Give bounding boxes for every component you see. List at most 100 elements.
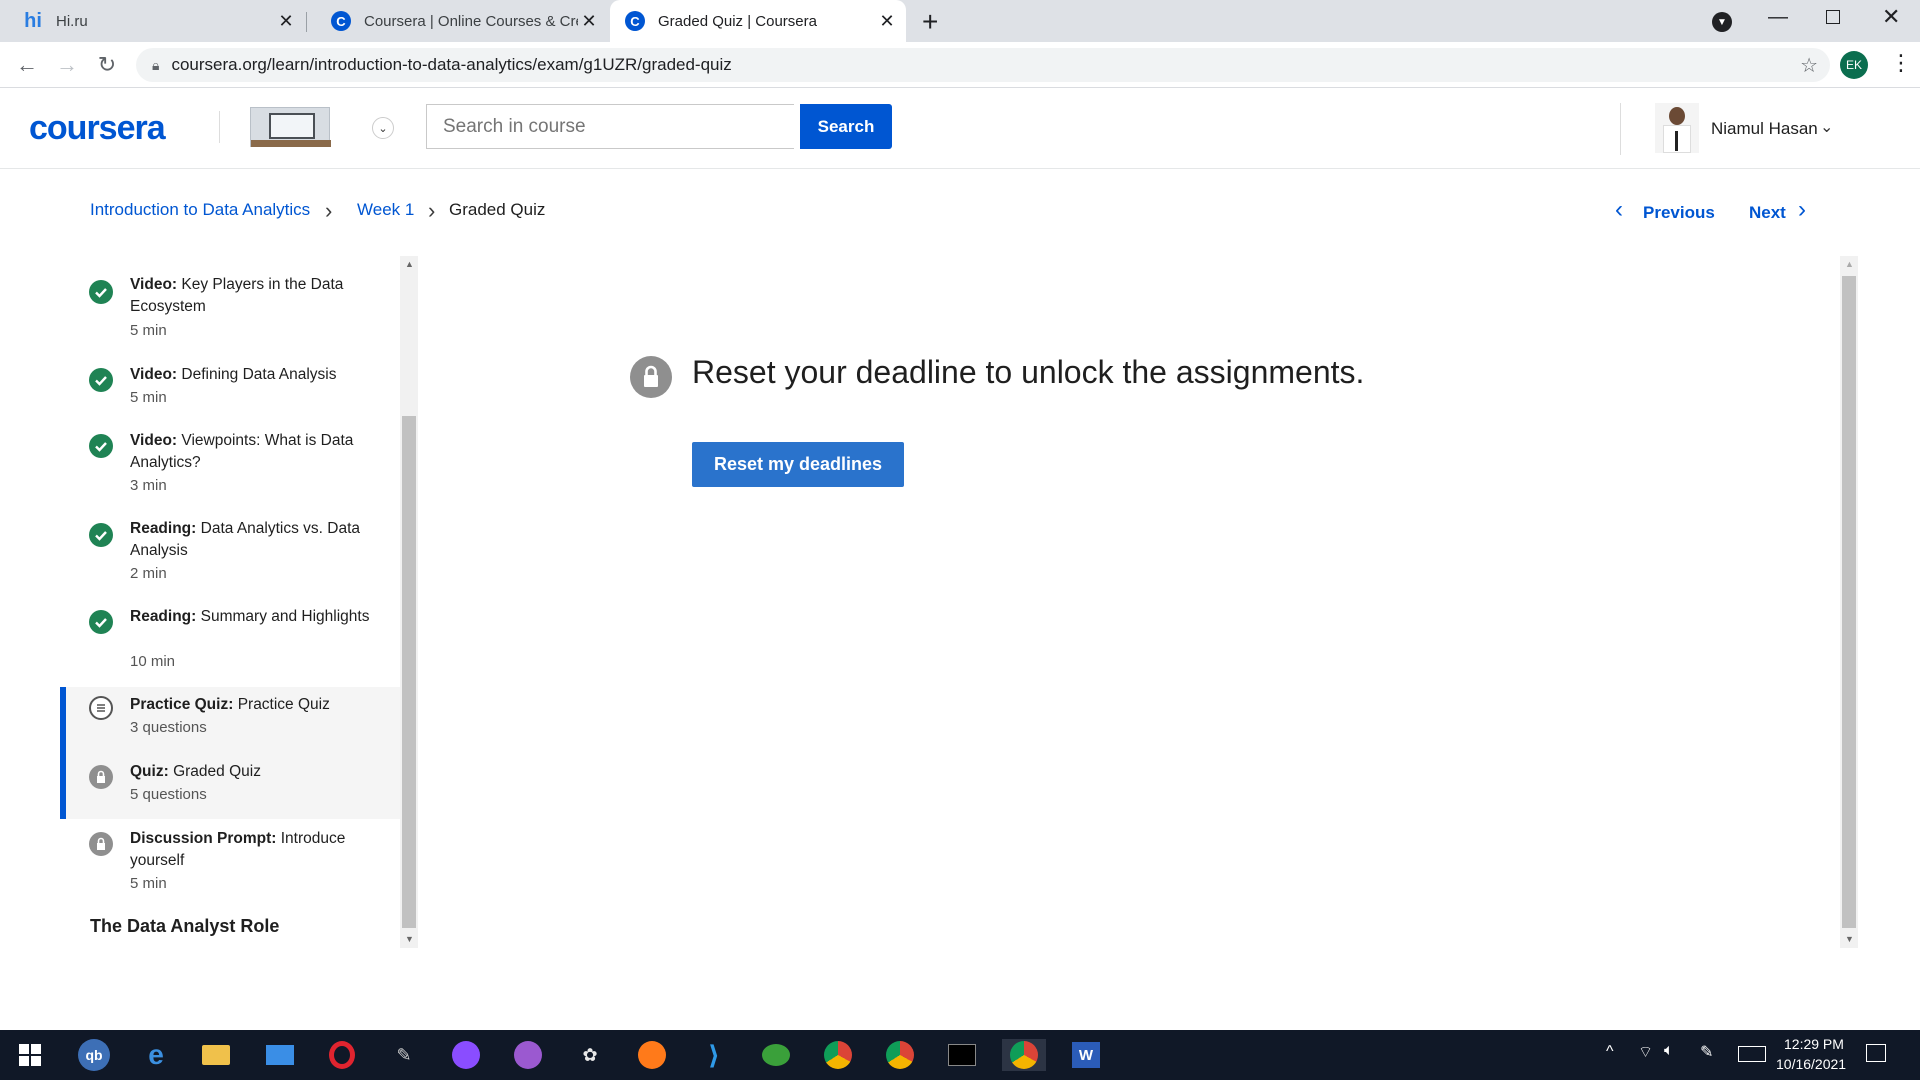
sidebar-scrollbar[interactable]: ▲ ▼ xyxy=(400,256,418,948)
item-duration: 10 min xyxy=(130,653,176,670)
chevron-left-icon[interactable]: ‹ xyxy=(1615,196,1623,224)
profile-avatar[interactable]: EK xyxy=(1840,51,1868,79)
breadcrumb-current: Graded Quiz xyxy=(449,200,546,219)
clock-time[interactable]: 12:29 PM xyxy=(1784,1036,1844,1052)
browser-menu-icon[interactable]: ⋮ xyxy=(1890,50,1912,76)
list-item[interactable]: Quiz: Graded Quiz 5 questions xyxy=(60,761,400,815)
item-type: Video: xyxy=(130,276,178,293)
messenger-icon[interactable] xyxy=(450,1039,482,1071)
lock-icon xyxy=(89,765,113,789)
app-icon[interactable]: ✿ xyxy=(574,1039,606,1071)
chevron-right-icon: › xyxy=(325,198,333,223)
windows-start-icon[interactable] xyxy=(14,1039,46,1071)
next-link[interactable]: Next xyxy=(1749,203,1786,223)
coursera-icon: C xyxy=(624,10,646,32)
sidebar-scroll-thumb[interactable] xyxy=(402,416,416,928)
close-tab-icon[interactable]: ✕ xyxy=(275,10,297,32)
coursera-header: coursera ⌄ Search Niamul Hasan ⌄ xyxy=(0,89,1920,169)
address-toolbar: ← → ↻ 🔒︎ coursera.org/learn/introduction… xyxy=(0,42,1920,88)
list-item[interactable]: Reading: Summary and Highlights 10 min xyxy=(60,606,400,682)
restore-icon[interactable] xyxy=(1826,10,1840,24)
mail-icon[interactable] xyxy=(264,1039,296,1071)
section-heading[interactable]: The Data Analyst Role xyxy=(90,916,279,937)
github-icon[interactable] xyxy=(512,1039,544,1071)
course-menu-chevron-icon[interactable]: ⌄ xyxy=(372,117,394,139)
chrome-profile-icon[interactable] xyxy=(1002,1039,1046,1071)
item-title: Graded Quiz xyxy=(173,763,261,780)
tab-title: Hi.ru xyxy=(56,12,88,30)
item-duration: 3 questions xyxy=(130,719,207,736)
browser-tab-strip: hi Hi.ru ✕ C Coursera | Online Courses &… xyxy=(0,0,1920,42)
forward-arrow-icon[interactable]: → xyxy=(52,50,82,80)
vscode-icon[interactable]: ⟩ xyxy=(698,1039,730,1071)
item-type: Practice Quiz: xyxy=(130,696,234,713)
user-menu-chevron-icon[interactable]: ⌄ xyxy=(1820,117,1833,137)
pen-icon[interactable]: ✎ xyxy=(1700,1042,1713,1062)
tab-graded-quiz[interactable]: C Graded Quiz | Coursera ✕ xyxy=(610,0,906,42)
previous-link[interactable]: Previous xyxy=(1643,203,1715,223)
user-name[interactable]: Niamul Hasan xyxy=(1711,119,1818,139)
word-icon[interactable]: W xyxy=(1070,1039,1102,1071)
tab-title: Coursera | Online Courses & Cre xyxy=(364,12,578,30)
terminal-icon[interactable] xyxy=(946,1039,978,1071)
content-scrollbar[interactable]: ▲ ▼ xyxy=(1840,256,1858,948)
chevron-right-icon: › xyxy=(428,198,436,223)
item-title: Summary and Highlights xyxy=(200,608,370,625)
app-icon[interactable] xyxy=(760,1039,792,1071)
clock-date[interactable]: 10/16/2021 xyxy=(1776,1056,1846,1072)
network-icon[interactable]: ⌔ xyxy=(1638,1042,1653,1062)
close-window-icon[interactable]: ✕ xyxy=(1882,4,1900,30)
qbittorrent-icon[interactable]: qb xyxy=(78,1039,110,1071)
keyboard-icon[interactable] xyxy=(1738,1046,1766,1062)
back-arrow-icon[interactable]: ← xyxy=(12,50,42,80)
notification-icon[interactable] xyxy=(1866,1044,1886,1062)
course-outline-sidebar: Video: Key Players in the Data Ecosystem… xyxy=(0,256,420,948)
tab-coursera-home[interactable]: C Coursera | Online Courses & Cre ✕ xyxy=(308,0,608,42)
reload-icon[interactable]: ↻ xyxy=(92,50,122,80)
tab-search-icon[interactable]: ▼ xyxy=(1712,12,1732,32)
item-duration: 2 min xyxy=(130,565,167,582)
checkmark-icon xyxy=(89,523,113,547)
close-tab-icon[interactable]: ✕ xyxy=(876,10,898,32)
content-scroll-thumb[interactable] xyxy=(1842,276,1856,928)
list-item[interactable]: Practice Quiz: Practice Quiz 3 questions xyxy=(60,694,400,748)
address-bar[interactable]: 🔒︎ coursera.org/learn/introduction-to-da… xyxy=(136,48,1830,82)
list-item[interactable]: Video: Viewpoints: What is Data Analytic… xyxy=(60,430,400,506)
lock-icon xyxy=(630,356,672,398)
chrome-icon[interactable] xyxy=(822,1039,854,1071)
item-type: Reading: xyxy=(130,608,197,625)
coursera-logo[interactable]: coursera xyxy=(29,109,166,148)
chrome-icon[interactable] xyxy=(884,1039,916,1071)
checkmark-icon xyxy=(89,610,113,634)
list-item[interactable]: Reading: Data Analytics vs. Data Analysi… xyxy=(60,518,400,594)
list-item[interactable]: Video: Defining Data Analysis 5 min xyxy=(60,364,400,418)
item-type: Video: xyxy=(130,366,178,383)
list-item[interactable]: Discussion Prompt: Introduce yourself 5 … xyxy=(60,828,400,904)
opera-icon[interactable] xyxy=(326,1039,358,1071)
item-title: Practice Quiz xyxy=(237,696,330,713)
url-text[interactable]: coursera.org/learn/introduction-to-data-… xyxy=(171,55,731,75)
bookmark-star-icon[interactable]: ☆ xyxy=(1800,53,1818,78)
app-icon[interactable]: ✎ xyxy=(388,1039,420,1071)
volume-icon[interactable]: 🔈︎ xyxy=(1664,1042,1674,1060)
reset-deadlines-button[interactable]: Reset my deadlines xyxy=(692,442,904,487)
course-thumbnail[interactable] xyxy=(250,107,331,147)
unlock-message: Reset your deadline to unlock the assign… xyxy=(692,354,1365,390)
edge-icon[interactable]: e xyxy=(140,1039,172,1071)
tab-hi-ru[interactable]: hi Hi.ru ✕ xyxy=(0,0,305,42)
file-explorer-icon[interactable] xyxy=(200,1039,232,1071)
user-avatar[interactable] xyxy=(1655,103,1699,153)
item-type: Discussion Prompt: xyxy=(130,830,277,847)
close-tab-icon[interactable]: ✕ xyxy=(578,10,600,32)
chevron-right-icon[interactable]: › xyxy=(1798,196,1806,224)
firefox-icon[interactable] xyxy=(636,1039,668,1071)
list-item[interactable]: Video: Key Players in the Data Ecosystem… xyxy=(60,274,400,354)
new-tab-icon[interactable]: + xyxy=(922,6,938,38)
tray-chevron-icon[interactable]: ^ xyxy=(1606,1043,1614,1061)
search-input[interactable] xyxy=(426,104,794,149)
breadcrumb-week[interactable]: Week 1 xyxy=(357,200,414,220)
item-type: Reading: xyxy=(130,520,197,537)
search-button[interactable]: Search xyxy=(800,104,892,149)
minimize-icon[interactable]: — xyxy=(1768,6,1788,29)
breadcrumb-course[interactable]: Introduction to Data Analytics xyxy=(90,200,310,220)
